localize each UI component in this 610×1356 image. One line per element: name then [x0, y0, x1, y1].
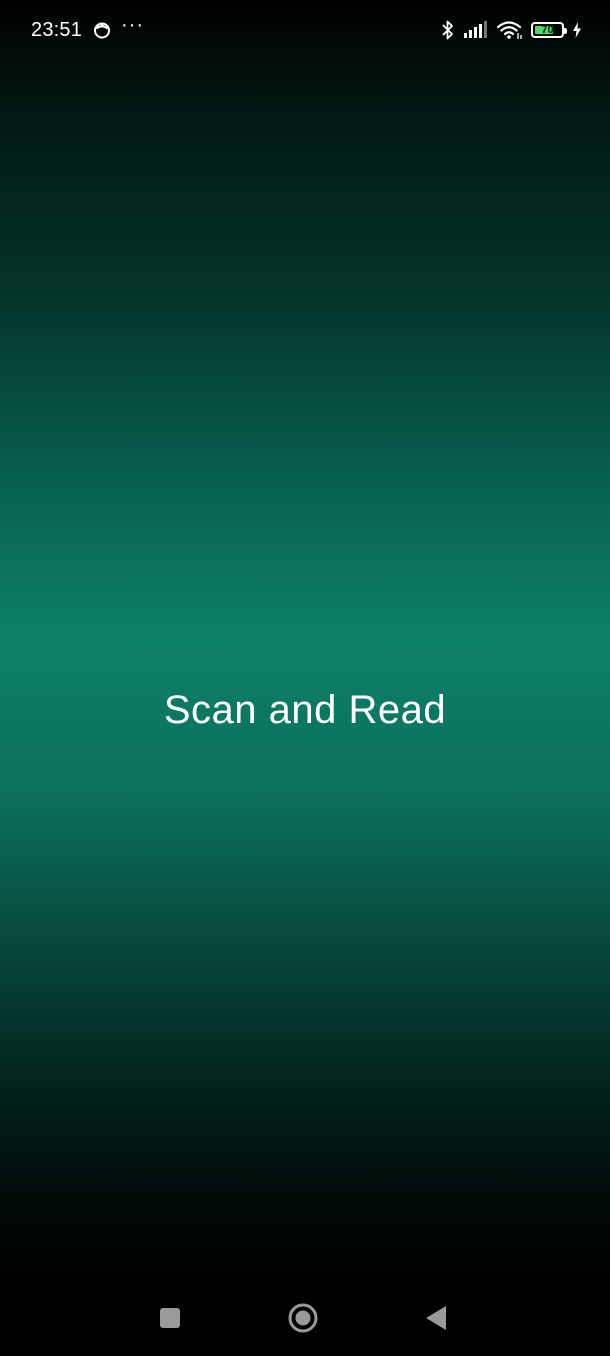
mi-face-icon: [94, 22, 110, 39]
splash-screen: 23:51 ··· 70 Scan and Read: [0, 0, 610, 1356]
battery-cap: [564, 28, 567, 34]
recents-button[interactable]: [148, 1296, 192, 1340]
more-notifications-indicator: ···: [121, 14, 144, 36]
home-circle-icon: [288, 1303, 318, 1333]
app-title: Scan and Read: [163, 688, 447, 732]
recents-square-icon: [160, 1308, 180, 1328]
bluetooth-icon: [442, 20, 453, 40]
signal-icon: [464, 21, 487, 38]
status-icons: 70: [441, 18, 582, 42]
status-bar: 23:51 ··· 70: [0, 0, 610, 62]
battery-level: 70: [541, 23, 554, 36]
charging-icon: [573, 22, 581, 38]
back-triangle-icon: [426, 1306, 446, 1330]
wifi-icon: [497, 21, 522, 39]
back-button[interactable]: [414, 1296, 458, 1340]
home-button[interactable]: [281, 1296, 325, 1340]
navigation-bar: [0, 1280, 610, 1356]
status-time: 23:51: [31, 19, 83, 41]
battery-icon: 70: [531, 22, 567, 38]
